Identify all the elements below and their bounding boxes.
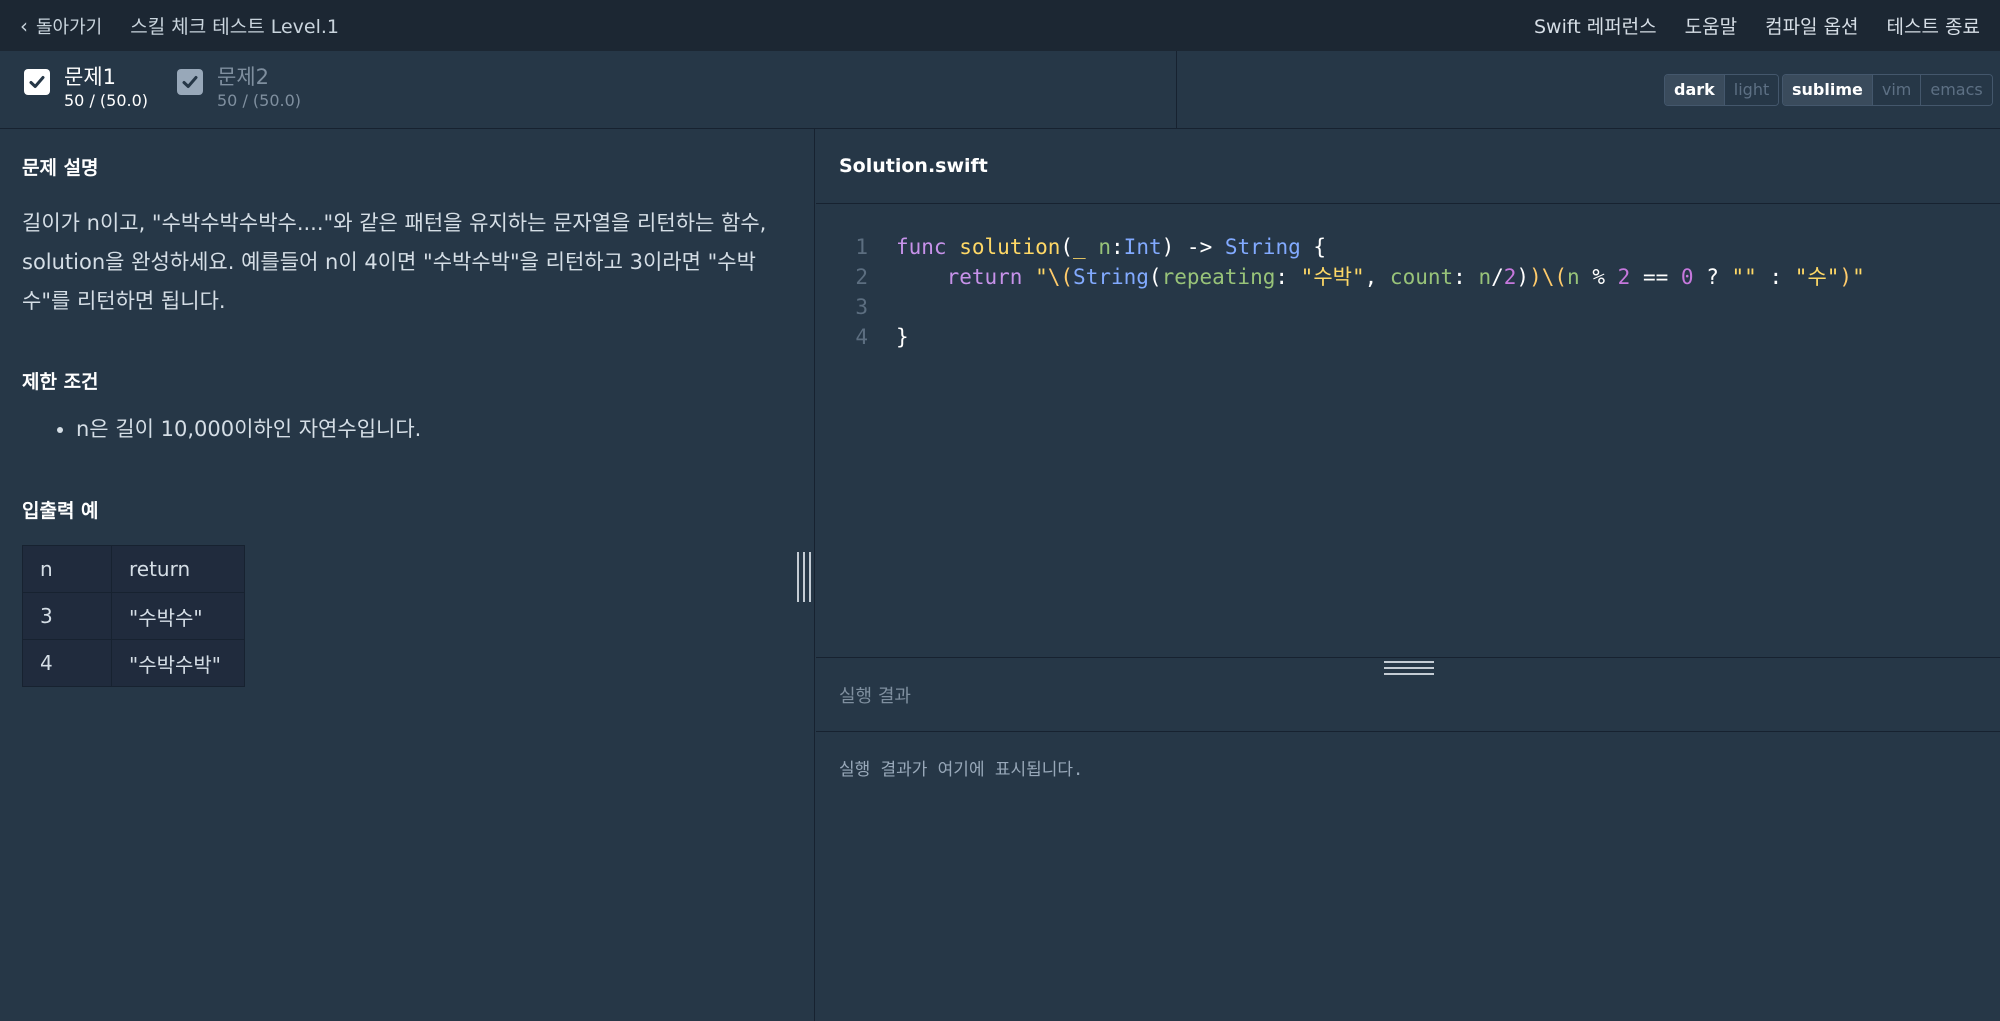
grip-line — [803, 552, 805, 602]
back-button[interactable]: ‹ 돌아가기 — [20, 13, 102, 39]
line-number: 3 — [855, 295, 868, 319]
code-line: 2 return "\(String(repeating: "수박", coun… — [816, 262, 2000, 292]
topbar-links: Swift 레퍼런스 도움말 컴파일 옵션 테스트 종료 — [1534, 12, 1980, 39]
table-cell: "수박수" — [111, 592, 245, 640]
tab-title: 문제1 — [64, 65, 117, 89]
result-resize-handle[interactable] — [1384, 661, 1434, 675]
grip-line — [1384, 673, 1434, 675]
constraints-list: n은 길이 10,000이하인 자연수입니다. — [22, 414, 792, 444]
grip-line — [809, 552, 811, 602]
table-row: 3 "수박수" — [22, 592, 245, 640]
theme-dark-option[interactable]: dark — [1665, 75, 1724, 105]
code-text: } — [896, 325, 909, 349]
compile-options-link[interactable]: 컴파일 옵션 — [1765, 12, 1858, 39]
line-number: 4 — [855, 325, 868, 349]
grip-line — [1384, 667, 1434, 669]
code-line: 1 func solution(_ n:Int) -> String { — [816, 232, 2000, 262]
keymap-emacs-option[interactable]: emacs — [1920, 75, 1992, 105]
table-header-cell: return — [111, 545, 245, 593]
description-heading: 문제 설명 — [22, 157, 99, 179]
problem-tabs-row: 문제1 50 / (50.0) 문제2 50 / (50.0) dark lig… — [0, 51, 2000, 129]
table-cell: 3 — [22, 592, 112, 640]
top-navigation-bar: ‹ 돌아가기 스킬 체크 테스트 Level.1 Swift 레퍼런스 도움말 … — [0, 0, 2000, 51]
line-number: 1 — [855, 235, 868, 259]
table-row: 4 "수박수박" — [22, 639, 245, 687]
help-link[interactable]: 도움말 — [1685, 12, 1737, 39]
code-editor[interactable]: 1 func solution(_ n:Int) -> String { 2 r… — [816, 204, 2000, 657]
grip-line — [797, 552, 799, 602]
examples-table: n return 3 "수박수" 4 "수박수박" — [22, 545, 245, 687]
keymap-toggle: sublime vim emacs — [1782, 74, 1993, 106]
result-title: 실행 결과 — [839, 685, 911, 707]
tabs-divider — [1176, 51, 1177, 128]
topbar-left: ‹ 돌아가기 스킬 체크 테스트 Level.1 — [20, 0, 339, 51]
constraint-item: n은 길이 10,000이하인 자연수입니다. — [76, 414, 792, 444]
tab-title: 문제2 — [217, 65, 270, 89]
code-text: func solution(_ n:Int) -> String { — [896, 235, 1327, 259]
table-cell: 4 — [22, 639, 112, 687]
chevron-left-icon: ‹ — [20, 13, 28, 38]
keymap-sublime-option[interactable]: sublime — [1783, 75, 1872, 105]
keymap-vim-option[interactable]: vim — [1871, 75, 1921, 105]
tab-problem-1[interactable]: 문제1 50 / (50.0) — [24, 64, 148, 112]
result-placeholder: 실행 결과가 여기에 표시됩니다. — [839, 760, 1084, 780]
tab-problem-1-text: 문제1 50 / (50.0) — [64, 64, 148, 112]
editor-header: Solution.swift — [816, 129, 2000, 204]
code-line: 3 — [816, 292, 2000, 322]
file-name: Solution.swift — [839, 155, 988, 177]
test-title: 스킬 체크 테스트 Level.1 — [130, 16, 340, 38]
back-label: 돌아가기 — [36, 16, 103, 38]
tab-problem-2-text: 문제2 50 / (50.0) — [217, 64, 301, 112]
grip-line — [1384, 661, 1434, 663]
checkbox-checked-icon — [24, 69, 50, 95]
table-header-row: n return — [22, 545, 245, 593]
line-number: 2 — [855, 265, 868, 289]
swift-reference-link[interactable]: Swift 레퍼런스 — [1534, 12, 1657, 39]
end-test-link[interactable]: 테스트 종료 — [1887, 12, 1980, 39]
code-text: return "\(String(repeating: "수박", count:… — [946, 265, 1865, 289]
examples-heading: 입출력 예 — [22, 500, 99, 522]
panel-resize-handle[interactable] — [797, 552, 811, 602]
code-line: 4 } — [816, 322, 2000, 352]
table-cell: "수박수박" — [111, 639, 245, 687]
tab-problem-2[interactable]: 문제2 50 / (50.0) — [177, 64, 301, 112]
checkbox-checked-icon — [177, 69, 203, 95]
problem-description: 길이가 n이고, "수박수박수박수...."와 같은 패턴을 유지하는 문자열을… — [22, 211, 767, 313]
table-header-cell: n — [22, 545, 112, 593]
tab-score: 50 / (50.0) — [64, 91, 149, 110]
theme-toggle: dark light — [1664, 74, 1780, 106]
problem-panel: 문제 설명 길이가 n이고, "수박수박수박수...."와 같은 패턴을 유지하… — [0, 129, 815, 1021]
constraints-heading: 제한 조건 — [22, 371, 99, 393]
tab-score: 50 / (50.0) — [217, 91, 302, 110]
result-output: 실행 결과가 여기에 표시됩니다. — [816, 733, 2000, 1021]
theme-light-option[interactable]: light — [1723, 75, 1779, 105]
